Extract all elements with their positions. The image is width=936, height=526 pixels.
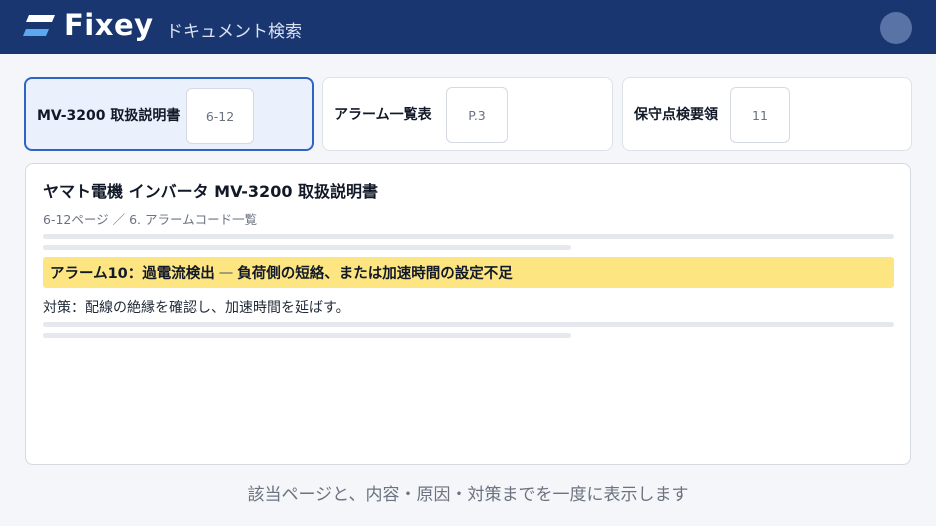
document-viewer: ヤマト電機 インバータ MV-3200 取扱説明書 6-12ページ ／ 6. ア… bbox=[25, 163, 911, 465]
highlighted-alarm-entry: アラーム10：過電流検出 — 負荷側の短絡、または加速時間の設定不足 bbox=[43, 257, 894, 288]
alarm-remedy: 対策：配線の絶縁を確認し、加速時間を延ばす。 bbox=[43, 300, 350, 316]
result-tab-title: 保守点検要領 bbox=[634, 107, 718, 123]
placeholder-text-line bbox=[43, 322, 894, 327]
alarm-code: アラーム10：過電流検出 bbox=[50, 266, 215, 282]
alarm-cause: 負荷側の短絡、または加速時間の設定不足 bbox=[237, 266, 513, 282]
app-logo-text: Fixey bbox=[64, 8, 154, 42]
user-avatar[interactable] bbox=[880, 12, 912, 44]
document-title: ヤマト電機 インバータ MV-3200 取扱説明書 bbox=[43, 182, 379, 201]
result-page-badge: P.3 bbox=[446, 87, 508, 143]
result-tab-alarm-list[interactable]: アラーム一覧表 P.3 bbox=[322, 77, 613, 151]
document-breadcrumb: 6-12ページ ／ 6. アラームコード一覧 bbox=[43, 212, 258, 227]
result-page-badge: 11 bbox=[730, 87, 790, 143]
app-subtitle: ドキュメント検索 bbox=[166, 22, 302, 42]
placeholder-text-line bbox=[43, 245, 571, 250]
result-tab-title: MV-3200 取扱説明書 bbox=[37, 108, 181, 124]
result-tab-maintenance[interactable]: 保守点検要領 11 bbox=[622, 77, 912, 151]
placeholder-text-line bbox=[43, 333, 571, 338]
placeholder-text-line bbox=[43, 234, 894, 239]
feature-caption: 該当ページと、内容・原因・対策までを一度に表示します bbox=[247, 485, 689, 505]
result-tab-mv3200-manual[interactable]: MV-3200 取扱説明書 6-12 bbox=[24, 77, 314, 151]
result-tab-title: アラーム一覧表 bbox=[334, 107, 432, 123]
alarm-separator: — bbox=[218, 264, 234, 281]
fixey-logo-icon bbox=[23, 15, 55, 36]
top-bar: Fixey ドキュメント検索 bbox=[0, 0, 936, 54]
result-page-badge: 6-12 bbox=[186, 88, 254, 144]
